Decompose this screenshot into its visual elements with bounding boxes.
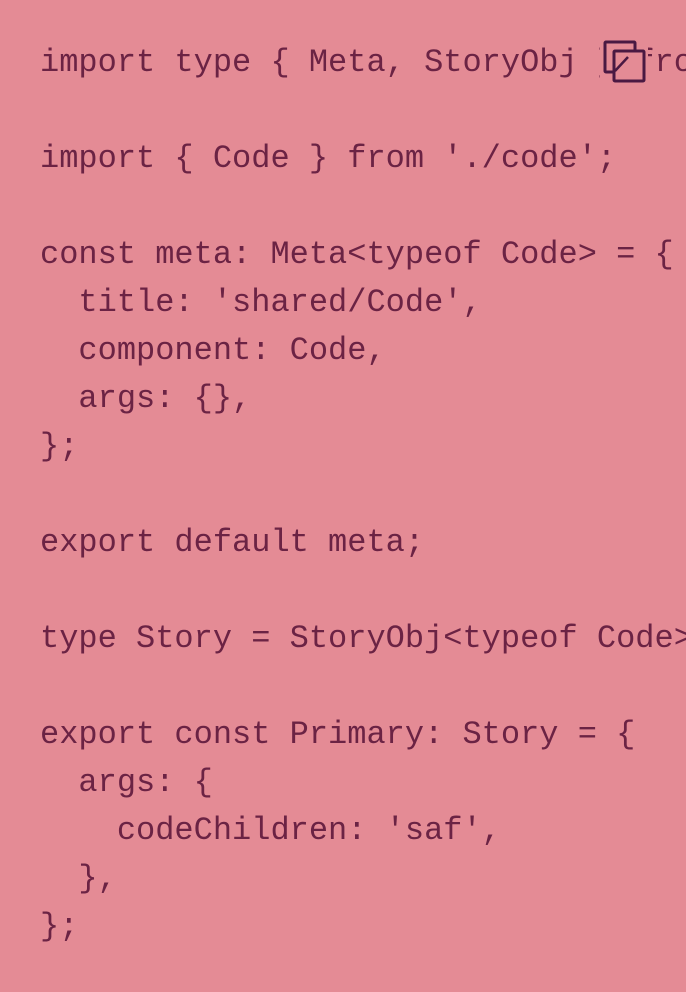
code-line: component: Code, — [40, 332, 386, 369]
copy-button[interactable] — [600, 38, 648, 86]
code-content: import type { Meta, StoryObj } from impor… — [40, 39, 686, 951]
code-line: type Story = StoryObj<typeof Code> — [40, 620, 686, 657]
code-line: const meta: Meta<typeof Code> = { — [40, 236, 674, 273]
code-line: codeChildren: 'saf', — [40, 812, 501, 849]
code-line: import { Code } from './code'; — [40, 140, 617, 177]
code-line: }; — [40, 908, 79, 945]
code-line: title: 'shared/Code', — [40, 284, 482, 321]
code-line: import type { Meta, StoryObj } from — [40, 44, 686, 81]
code-line: args: {}, — [40, 380, 252, 417]
copy-icon — [603, 40, 646, 83]
code-line: export default meta; — [40, 524, 425, 561]
code-block: import type { Meta, StoryObj } from impor… — [0, 0, 686, 992]
code-line: export const Primary: Story = { — [40, 716, 636, 753]
code-line: }, — [40, 860, 117, 897]
code-line: args: { — [40, 764, 213, 801]
code-line: }; — [40, 428, 79, 465]
